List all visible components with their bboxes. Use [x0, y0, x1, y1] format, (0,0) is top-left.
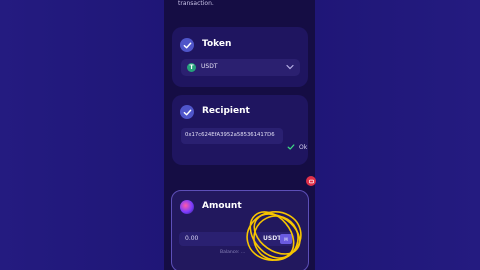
right-backdrop	[315, 0, 480, 270]
token-title: Token	[202, 39, 232, 49]
checkmark-icon	[180, 38, 194, 52]
recipient-title: Recipient	[202, 106, 250, 116]
usdt-logo-icon: T	[187, 63, 196, 72]
left-backdrop	[0, 0, 164, 270]
amount-value: 0.00	[185, 235, 199, 242]
checkmark-icon	[180, 105, 194, 119]
chevron-down-icon	[286, 64, 294, 70]
ok-check-icon	[287, 144, 295, 150]
amount-token-icon	[180, 200, 194, 214]
recipient-address-input[interactable]: 0x17c624EfA3952a585361417D6	[181, 128, 283, 144]
header-text: transaction.	[178, 0, 214, 7]
amount-title: Amount	[202, 201, 242, 211]
annotation-scribble	[246, 211, 302, 261]
token-select-label: USDT	[201, 63, 218, 70]
address-status-text: Ok	[299, 143, 308, 151]
token-select[interactable]: T USDT	[181, 59, 300, 76]
token-card: Token T USDT	[172, 27, 308, 87]
recipient-card: Recipient 0x17c624EfA3952a585361417D6 Ok	[172, 95, 308, 165]
address-status: Ok	[287, 143, 307, 151]
recipient-address-value: 0x17c624EfA3952a585361417D6	[185, 132, 275, 138]
record-icon[interactable]	[306, 176, 316, 186]
